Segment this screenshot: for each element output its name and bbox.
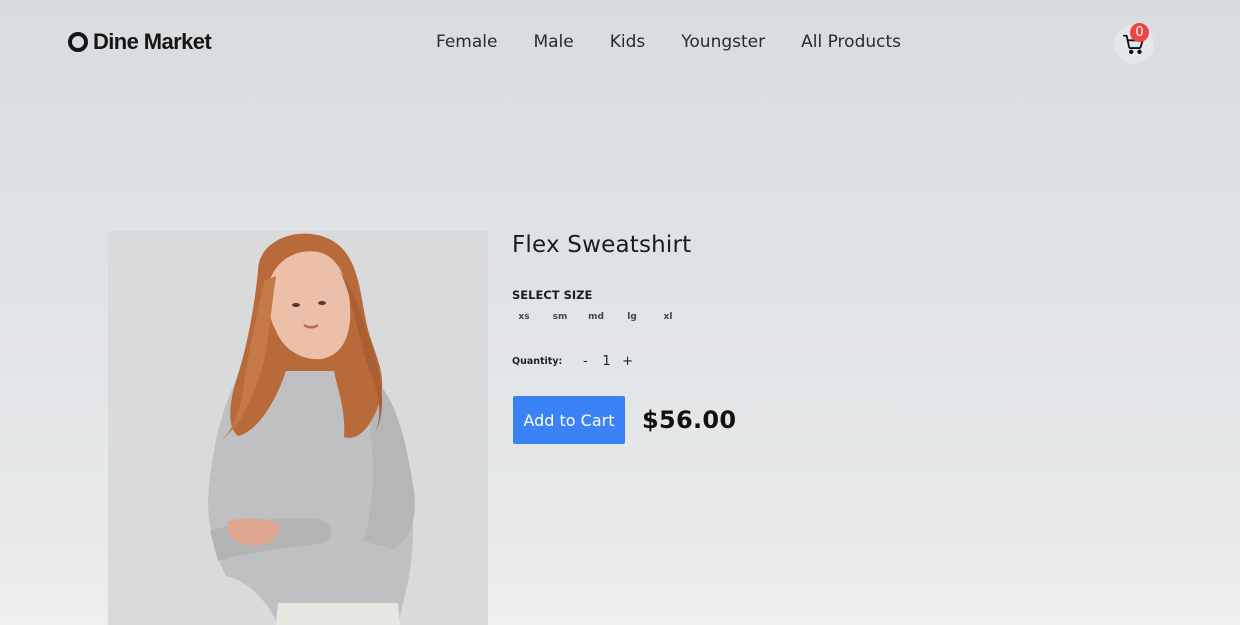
product-image — [108, 231, 488, 625]
main-nav: Female Male Kids Youngster All Products — [436, 32, 901, 52]
quantity-stepper: Quantity: - 1 + — [512, 354, 635, 369]
size-option-xs[interactable]: xs — [512, 309, 536, 325]
logo-ring-icon — [68, 32, 88, 52]
size-option-lg[interactable]: lg — [620, 309, 644, 325]
size-options: xs sm md lg xl — [512, 309, 692, 325]
quantity-value: 1 — [602, 354, 611, 369]
site-header: Dine Market Female Male Kids Youngster A… — [0, 0, 1240, 86]
nav-link-kids[interactable]: Kids — [610, 32, 646, 52]
nav-link-female[interactable]: Female — [436, 32, 497, 52]
cart-count-badge: 0 — [1130, 23, 1149, 42]
logo-text: Dine Market — [93, 29, 212, 54]
quantity-label: Quantity: — [512, 356, 563, 367]
logo[interactable]: Dine Market — [68, 29, 212, 55]
quantity-decrement-button[interactable]: - — [578, 354, 592, 369]
purchase-row: Add to Cart $56.00 — [513, 396, 736, 444]
nav-link-all-products[interactable]: All Products — [801, 32, 901, 52]
size-option-xl[interactable]: xl — [656, 309, 680, 325]
product-title: Flex Sweatshirt — [512, 232, 692, 258]
quantity-increment-button[interactable]: + — [621, 354, 635, 369]
product-price: $56.00 — [642, 406, 737, 434]
add-to-cart-button[interactable]: Add to Cart — [513, 396, 625, 444]
product-details: Flex Sweatshirt SELECT SIZE xs sm md lg … — [512, 232, 736, 444]
size-option-md[interactable]: md — [584, 309, 608, 325]
product-photo — [108, 231, 488, 625]
cart-button[interactable]: 0 — [1114, 23, 1154, 64]
nav-link-male[interactable]: Male — [533, 32, 573, 52]
nav-link-youngster[interactable]: Youngster — [681, 32, 765, 52]
select-size-label: SELECT SIZE — [512, 288, 593, 302]
size-option-sm[interactable]: sm — [548, 309, 572, 325]
